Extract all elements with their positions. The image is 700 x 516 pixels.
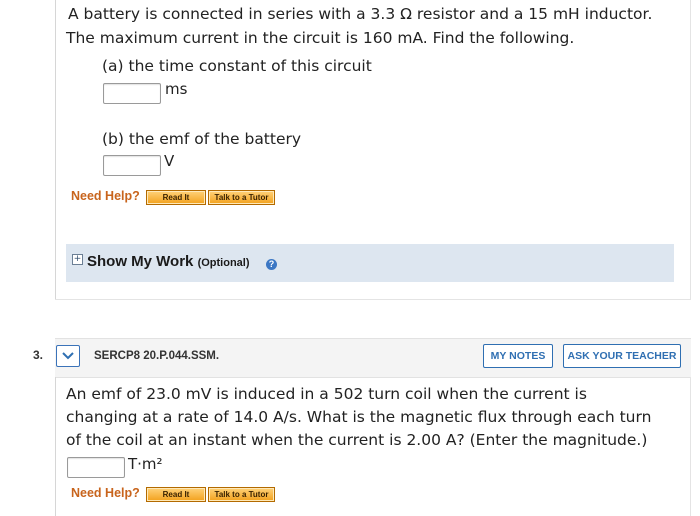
need-help-label: Need Help? <box>71 189 140 203</box>
question-2-bottom-border <box>55 299 691 300</box>
question-3-right-border <box>690 377 691 516</box>
question-2-text-line-2: The maximum current in the circuit is 16… <box>66 29 575 47</box>
my-notes-button[interactable]: MY NOTES <box>483 344 553 368</box>
question-3-text-line-2: changing at a rate of 14.0 A/s. What is … <box>66 408 652 426</box>
talk-to-tutor-button[interactable]: Talk to a Tutor <box>208 190 275 205</box>
talk-to-tutor-button-q3[interactable]: Talk to a Tutor <box>208 487 275 502</box>
part-a-unit: ms <box>165 80 188 98</box>
part-b-unit: V <box>164 152 175 170</box>
help-icon[interactable]: ? <box>266 259 277 270</box>
question-2-text-line-1: A battery is connected in series with a … <box>68 5 653 23</box>
show-my-work-toggle[interactable]: Show My Work (Optional) <box>87 253 250 270</box>
question-2-right-border <box>690 0 691 300</box>
question-collapse-button[interactable] <box>56 345 80 367</box>
question-2-left-border <box>55 0 56 300</box>
question-3-answer-input[interactable] <box>67 457 125 478</box>
part-a-answer-input[interactable] <box>103 83 161 104</box>
need-help-label-q3: Need Help? <box>71 486 140 500</box>
read-it-button[interactable]: Read It <box>146 190 206 205</box>
question-3-unit: T·m² <box>128 455 163 473</box>
show-my-work-optional-label: (Optional) <box>197 257 250 269</box>
question-3-left-border <box>55 377 56 516</box>
show-my-work-title: Show My Work <box>87 253 194 270</box>
question-3-text-line-1: An emf of 23.0 mV is induced in a 502 tu… <box>66 385 587 403</box>
part-b-answer-input[interactable] <box>103 155 161 176</box>
part-b-label: (b) the emf of the battery <box>102 130 302 148</box>
expand-toggle-icon[interactable]: + <box>72 254 83 265</box>
chevron-down-icon <box>62 352 74 360</box>
question-3-text-line-3: of the coil at an instant when the curre… <box>66 431 648 449</box>
read-it-button-q3[interactable]: Read It <box>146 487 206 502</box>
part-a-label: (a) the time constant of this circuit <box>102 57 372 75</box>
ask-your-teacher-button[interactable]: ASK YOUR TEACHER <box>563 344 681 368</box>
question-number: 3. <box>33 348 44 362</box>
question-code: SERCP8 20.P.044.SSM. <box>94 350 220 362</box>
